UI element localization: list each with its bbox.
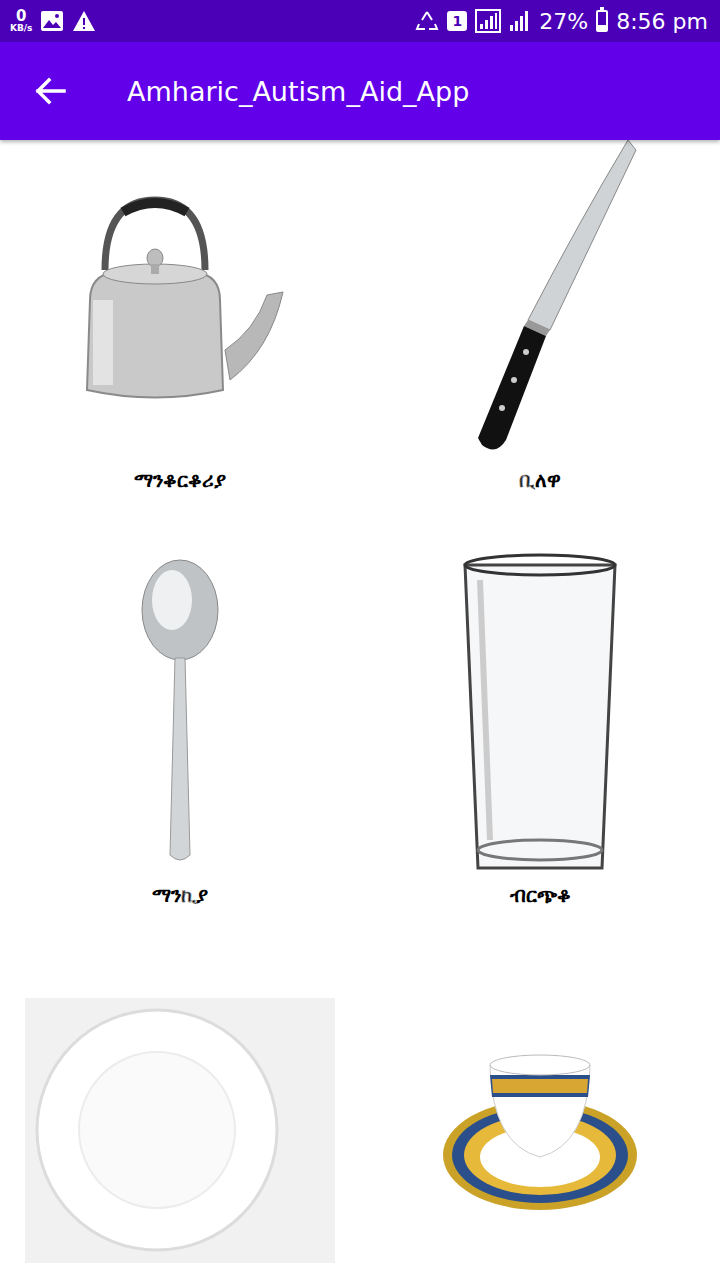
glass-image (460, 550, 620, 880)
speed-unit: KB/s (10, 24, 32, 33)
status-left: 0KB/s (10, 9, 96, 33)
knife-image (440, 140, 640, 460)
item-card[interactable] (360, 970, 720, 1280)
network-speed: 0KB/s (10, 9, 32, 33)
battery-percent: 27% (539, 9, 588, 34)
warning-icon (72, 10, 96, 32)
item-label: ማንቆርቆሪያ (128, 460, 232, 500)
item-picture (0, 555, 360, 875)
item-picture (360, 555, 720, 875)
app-title: Amharic_Autism_Aid_App (127, 76, 469, 107)
speed-value: 0 (16, 9, 26, 24)
item-picture (0, 140, 360, 460)
item-label: ቢለዋ (513, 460, 567, 500)
sim-badge: 1 (447, 11, 467, 31)
item-card[interactable]: ማንቆርቆሪያ (0, 140, 360, 500)
spoon-image (130, 555, 230, 875)
data-saver-icon (415, 10, 439, 32)
item-card[interactable] (0, 970, 360, 1280)
app-bar: Amharic_Autism_Aid_App (0, 42, 720, 140)
status-bar: 0KB/s 1 27% 8:56 pm (0, 0, 720, 42)
item-label: ማንኪያ (146, 875, 214, 915)
item-picture (0, 970, 360, 1280)
battery-fill (598, 25, 606, 30)
battery-icon (596, 10, 608, 32)
signal-sim1-icon (475, 9, 501, 33)
item-picture (360, 140, 720, 460)
clock: 8:56 pm (616, 9, 708, 34)
back-arrow-icon[interactable] (30, 71, 70, 111)
item-card[interactable]: ማንኪያ (0, 555, 360, 915)
plate-image (25, 998, 335, 1263)
item-card[interactable]: ቢለዋ (360, 140, 720, 500)
item-card[interactable]: ብርጭቆ (360, 555, 720, 915)
cup-image (440, 1045, 640, 1215)
image-icon (40, 10, 64, 32)
signal-sim2-icon (509, 9, 531, 33)
item-label: ብርጭቆ (504, 875, 577, 915)
kettle-image (55, 180, 305, 420)
item-picture (360, 970, 720, 1280)
item-grid: ማንቆርቆሪያ ቢለዋ ማንኪያ ብርጭቆ (0, 140, 720, 1280)
status-right: 1 27% 8:56 pm (415, 9, 708, 34)
